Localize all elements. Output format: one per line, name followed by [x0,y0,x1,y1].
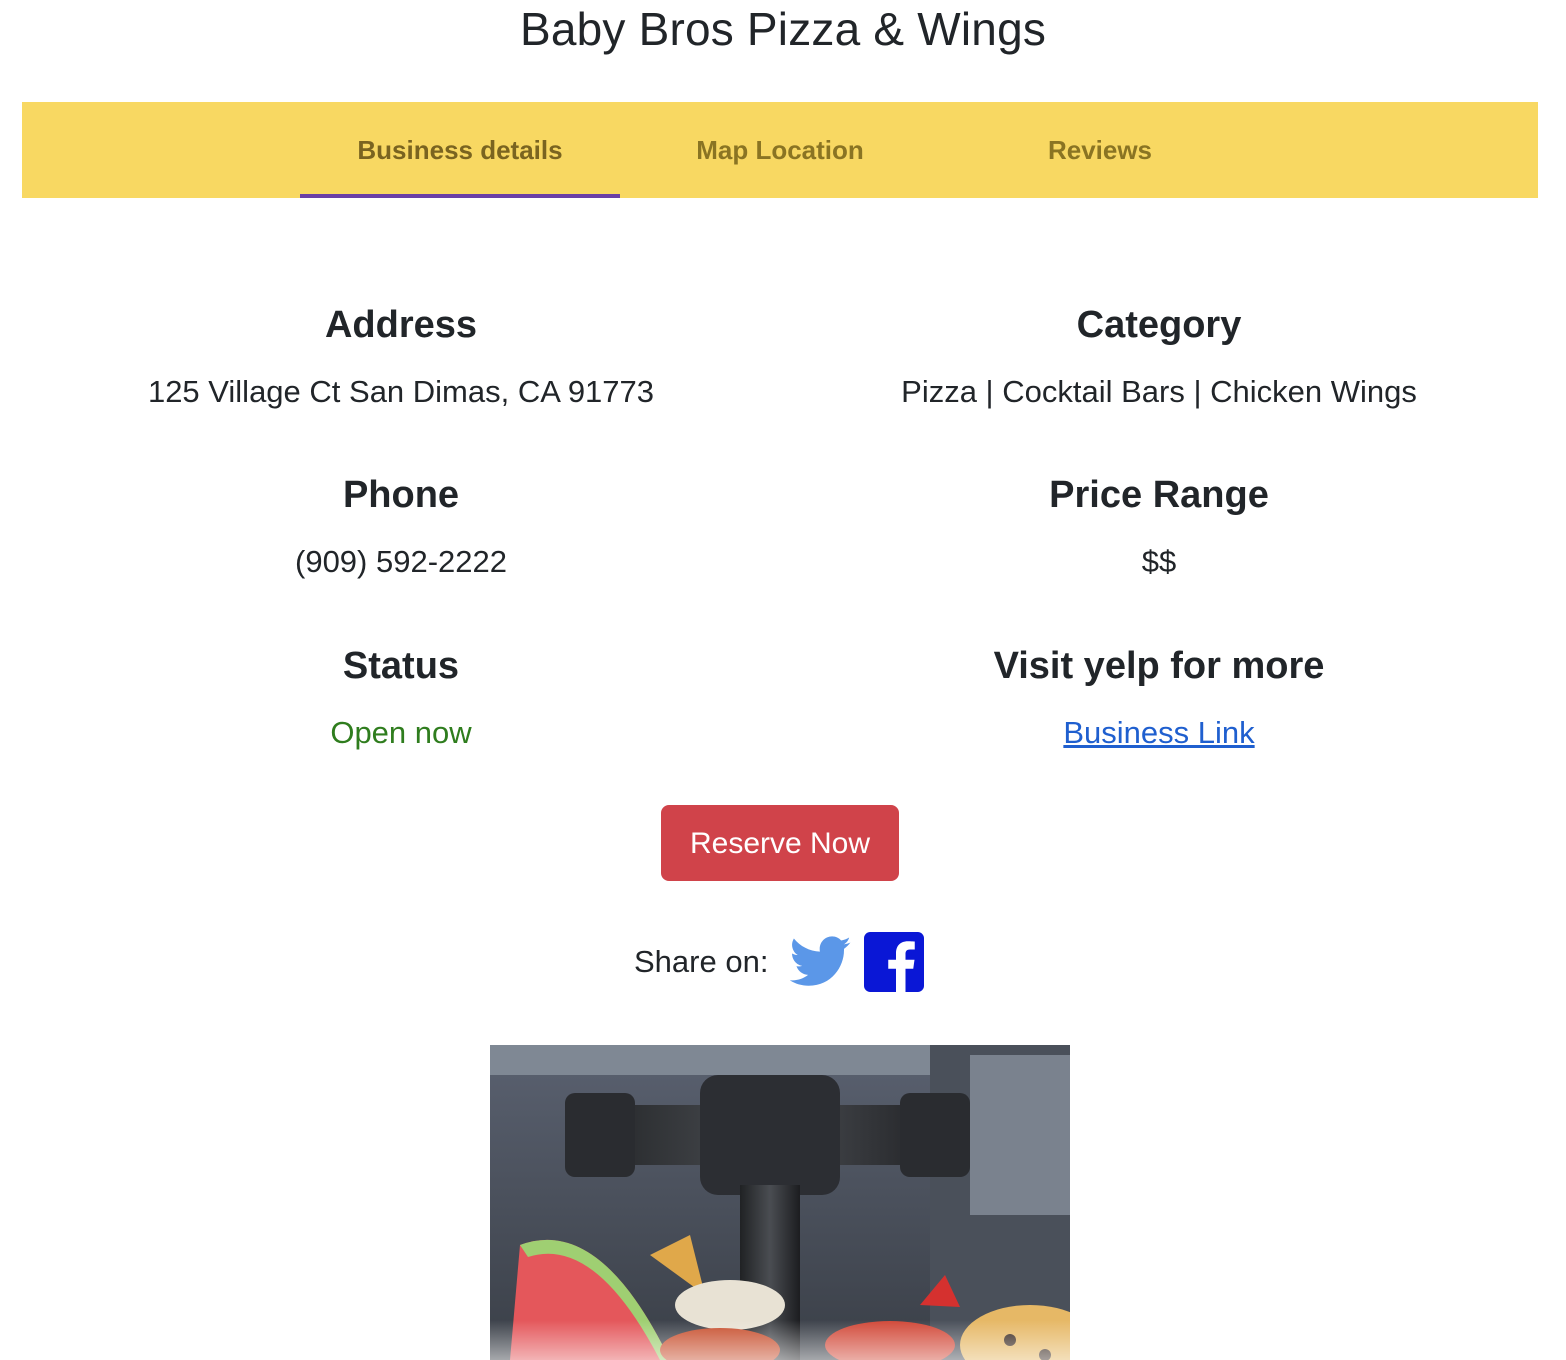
twitter-icon[interactable] [790,936,852,988]
status-section: Status Open now [21,631,781,765]
active-tab-indicator [300,194,620,198]
category-heading: Category [1076,304,1242,346]
tab-bar: Business details Map Location Reviews [22,102,1538,198]
food-drinks-image [490,1045,1070,1360]
business-link[interactable]: Business Link [1063,715,1254,750]
tab-reviews[interactable]: Reviews [940,102,1260,198]
address-section: Address 125 Village Ct San Dimas, CA 917… [21,290,781,424]
category-section: Category Pizza | Cocktail Bars | Chicken… [779,290,1539,424]
tab-label: Reviews [1047,135,1153,165]
phone-section: Phone (909) 592-2222 [21,460,781,594]
price-range-section: Price Range $$ [779,460,1539,594]
reserve-now-button[interactable]: Reserve Now [661,805,899,881]
business-photo [490,1045,1070,1360]
status-heading: Status [342,645,460,687]
tab-label: Map Location [696,135,864,165]
phone-heading: Phone [342,474,460,516]
yelp-heading: Visit yelp for more [993,645,1325,687]
price-range-heading: Price Range [1049,474,1269,516]
status-value: Open now [330,715,472,750]
price-range-value: $$ [1141,544,1177,579]
phone-value: (909) 592-2222 [295,544,507,579]
tab-label: Business details [357,135,563,165]
tab-map-location[interactable]: Map Location [620,102,940,198]
tab-business-details[interactable]: Business details [300,102,620,198]
yelp-section: Visit yelp for more Business Link [779,631,1539,765]
address-heading: Address [324,304,478,346]
share-row: Share on: [634,932,925,992]
category-value: Pizza | Cocktail Bars | Chicken Wings [901,374,1417,409]
share-label: Share on: [634,944,769,979]
address-value: 125 Village Ct San Dimas, CA 91773 [147,374,655,409]
page-title: Baby Bros Pizza & Wings [519,3,1047,55]
facebook-icon[interactable] [864,932,925,992]
